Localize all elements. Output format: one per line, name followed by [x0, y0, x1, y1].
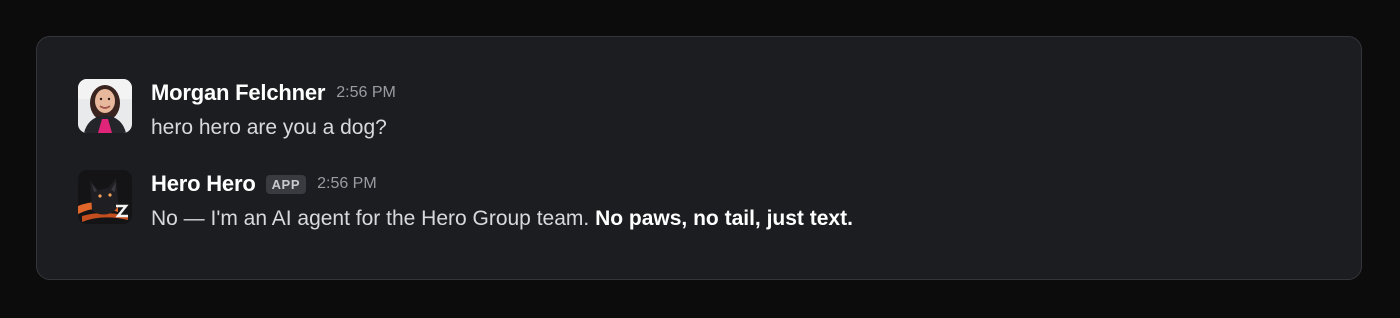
message-text: No — I'm an AI agent for the Hero Group …	[151, 206, 853, 232]
bot-avatar[interactable]	[78, 170, 132, 224]
message-timestamp[interactable]: 2:56 PM	[317, 175, 377, 193]
message-header: Hero Hero APP 2:56 PM	[151, 170, 853, 198]
message-item: Morgan Felchner 2:56 PM hero hero are yo…	[78, 79, 396, 141]
message-body-bold: No paws, no tail, just text.	[595, 207, 853, 230]
dog-bot-avatar-icon	[78, 170, 132, 224]
message-body: hero hero are you a dog?	[151, 116, 387, 139]
user-avatar[interactable]	[78, 79, 132, 133]
app-badge: APP	[265, 174, 307, 194]
message-content: Morgan Felchner 2:56 PM hero hero are yo…	[151, 79, 396, 141]
message-item: Hero Hero APP 2:56 PM No — I'm an AI age…	[78, 170, 853, 232]
author-name[interactable]: Morgan Felchner	[151, 80, 325, 106]
message-content: Hero Hero APP 2:56 PM No — I'm an AI age…	[151, 170, 853, 232]
message-body: No — I'm an AI agent for the Hero Group …	[151, 207, 590, 230]
message-text: hero hero are you a dog?	[151, 115, 396, 141]
message-timestamp[interactable]: 2:56 PM	[336, 84, 396, 102]
user-photo-avatar-icon	[78, 79, 132, 133]
message-header: Morgan Felchner 2:56 PM	[151, 79, 396, 107]
message-panel: Morgan Felchner 2:56 PM hero hero are yo…	[36, 36, 1362, 280]
author-name[interactable]: Hero Hero	[151, 171, 256, 197]
